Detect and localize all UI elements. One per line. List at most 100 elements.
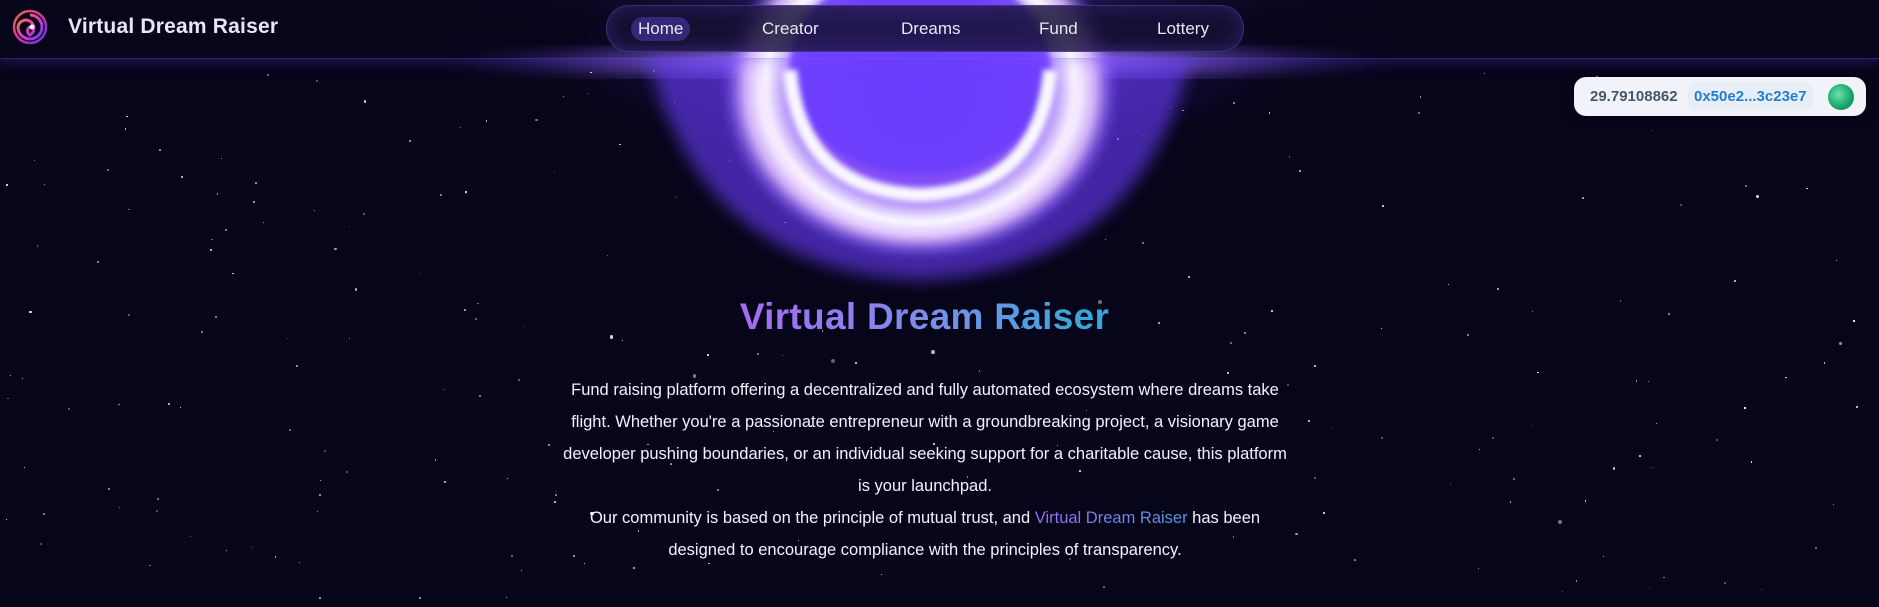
star xyxy=(823,203,826,206)
star xyxy=(286,337,289,340)
nav-fund[interactable]: Fund xyxy=(1039,17,1078,41)
hero-description: Fund raising platform offering a decentr… xyxy=(560,374,1290,566)
star xyxy=(1512,478,1515,481)
star xyxy=(96,261,99,264)
star xyxy=(880,573,883,576)
hero-paragraph-2-start: Our community is based on the principle … xyxy=(589,509,1035,527)
star xyxy=(298,561,301,563)
star xyxy=(1417,112,1420,115)
star xyxy=(349,337,351,340)
star xyxy=(855,361,858,364)
star xyxy=(1295,532,1298,535)
star xyxy=(43,513,45,515)
star xyxy=(1314,365,1316,367)
star xyxy=(908,116,911,119)
star xyxy=(1823,362,1825,364)
star xyxy=(210,249,212,252)
nav-creator[interactable]: Creator xyxy=(762,17,819,41)
brand-title[interactable]: Virtual Dream Raiser xyxy=(68,15,278,39)
star xyxy=(250,546,253,549)
star xyxy=(5,518,7,520)
star xyxy=(1733,279,1736,282)
star xyxy=(1715,438,1718,441)
star xyxy=(460,126,462,128)
star xyxy=(1756,194,1760,198)
star xyxy=(1308,419,1311,422)
star xyxy=(127,208,130,211)
star xyxy=(23,466,26,468)
hero-paragraph-2-highlight: Virtual Dream Raiser xyxy=(1034,509,1188,527)
star xyxy=(1832,503,1835,506)
star xyxy=(960,203,962,205)
star xyxy=(418,596,421,599)
star xyxy=(1419,96,1422,98)
star xyxy=(1613,467,1616,470)
star xyxy=(1354,559,1357,562)
star xyxy=(189,536,192,538)
nav-home[interactable]: Home xyxy=(631,17,691,41)
star xyxy=(1477,567,1479,570)
star xyxy=(216,192,219,195)
star xyxy=(1268,111,1271,114)
star xyxy=(408,139,411,142)
star xyxy=(978,370,980,372)
star xyxy=(1484,73,1486,75)
star xyxy=(956,240,958,242)
star xyxy=(1380,436,1383,439)
star xyxy=(67,408,70,411)
star xyxy=(334,247,337,250)
wallet-address[interactable]: 0x50e2...3c23e7 xyxy=(1688,82,1813,111)
star xyxy=(149,564,151,567)
hero-paragraph-2: Our community is based on the principle … xyxy=(560,502,1290,566)
star xyxy=(318,493,321,496)
star xyxy=(319,597,321,599)
star xyxy=(224,229,227,232)
spiral-logo-icon[interactable] xyxy=(12,9,48,45)
star xyxy=(40,542,42,545)
star xyxy=(1655,422,1657,425)
star xyxy=(1116,138,1120,141)
star xyxy=(1784,376,1787,379)
star xyxy=(1760,588,1762,590)
star xyxy=(34,159,36,161)
star xyxy=(554,171,556,174)
star xyxy=(506,477,509,479)
star xyxy=(1662,576,1665,579)
star xyxy=(1182,109,1184,112)
star xyxy=(924,191,930,196)
star xyxy=(439,194,442,196)
star xyxy=(830,359,835,364)
star xyxy=(562,96,564,98)
star xyxy=(1449,483,1452,485)
star xyxy=(1537,371,1539,374)
star xyxy=(964,169,966,172)
star xyxy=(465,191,467,193)
hero-title-text: Virtual Dream Raiser xyxy=(739,296,1110,337)
star xyxy=(1835,260,1837,262)
star xyxy=(535,118,538,121)
star xyxy=(434,459,436,461)
star xyxy=(1314,477,1316,479)
star xyxy=(274,555,277,558)
star xyxy=(1806,188,1808,190)
wallet-button[interactable]: 29.79108862 0x50e2...3c23e7 xyxy=(1574,77,1866,116)
nav-dreams[interactable]: Dreams xyxy=(901,17,961,41)
star xyxy=(1103,585,1105,588)
star xyxy=(232,272,234,275)
star xyxy=(288,428,291,431)
star xyxy=(220,157,222,159)
star xyxy=(1561,591,1563,593)
star xyxy=(548,443,551,447)
star xyxy=(1492,437,1495,440)
star xyxy=(442,388,445,391)
main-nav: Home Creator Dreams Fund Lottery xyxy=(606,5,1244,52)
nav-lottery[interactable]: Lottery xyxy=(1157,17,1209,41)
star xyxy=(125,115,128,118)
star xyxy=(6,397,9,400)
star xyxy=(1299,169,1302,172)
star xyxy=(155,510,158,513)
star xyxy=(1584,500,1586,502)
star xyxy=(1142,241,1145,245)
star xyxy=(1581,197,1584,200)
star xyxy=(1750,461,1753,463)
